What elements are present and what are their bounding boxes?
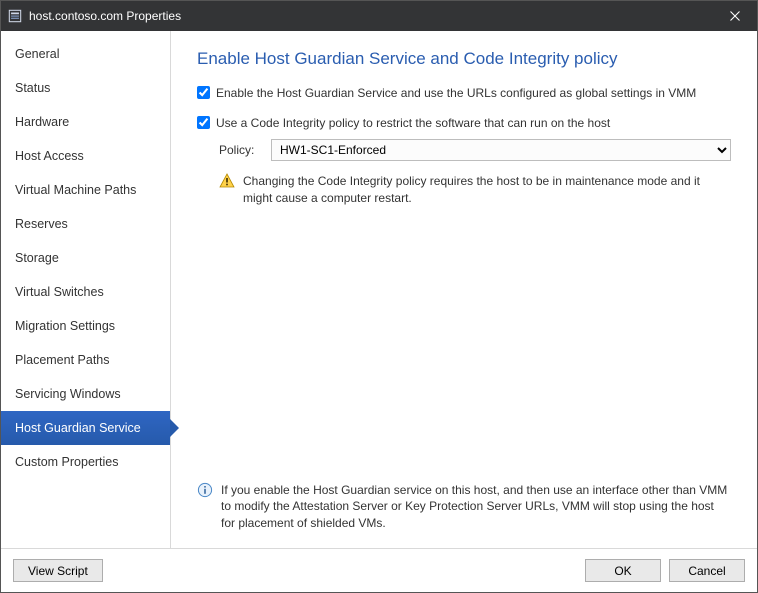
sidebar-item-host-access[interactable]: Host Access: [1, 139, 170, 173]
sidebar-item-label: Servicing Windows: [15, 387, 121, 401]
sidebar-item-reserves[interactable]: Reserves: [1, 207, 170, 241]
sidebar-item-label: Virtual Machine Paths: [15, 183, 136, 197]
sidebar-item-storage[interactable]: Storage: [1, 241, 170, 275]
titlebar: host.contoso.com Properties: [1, 1, 757, 31]
enable-hgs-row: Enable the Host Guardian Service and use…: [197, 85, 731, 101]
sidebar-item-virtual-switches[interactable]: Virtual Switches: [1, 275, 170, 309]
sidebar-item-label: Virtual Switches: [15, 285, 104, 299]
warning-icon: [219, 173, 235, 189]
policy-label: Policy:: [219, 143, 263, 157]
sidebar-item-label: Storage: [15, 251, 59, 265]
close-icon: [730, 11, 740, 21]
sidebar-item-custom-properties[interactable]: Custom Properties: [1, 445, 170, 479]
dialog-body: General Status Hardware Host Access Virt…: [1, 31, 757, 548]
sidebar-item-label: Hardware: [15, 115, 69, 129]
close-button[interactable]: [712, 1, 757, 31]
sidebar-item-virtual-machine-paths[interactable]: Virtual Machine Paths: [1, 173, 170, 207]
sidebar-nav: General Status Hardware Host Access Virt…: [1, 31, 171, 548]
content-pane: Enable Host Guardian Service and Code In…: [171, 31, 757, 548]
view-script-button[interactable]: View Script: [13, 559, 103, 582]
use-ci-label[interactable]: Use a Code Integrity policy to restrict …: [216, 115, 610, 131]
sidebar-item-servicing-windows[interactable]: Servicing Windows: [1, 377, 170, 411]
enable-hgs-checkbox[interactable]: [197, 86, 210, 99]
window-title: host.contoso.com Properties: [29, 9, 712, 23]
warning-text: Changing the Code Integrity policy requi…: [243, 173, 731, 207]
policy-row: Policy: HW1-SC1-Enforced: [219, 139, 731, 161]
sidebar-item-placement-paths[interactable]: Placement Paths: [1, 343, 170, 377]
sidebar-item-migration-settings[interactable]: Migration Settings: [1, 309, 170, 343]
use-ci-row: Use a Code Integrity policy to restrict …: [197, 115, 731, 131]
sidebar-item-label: General: [15, 47, 59, 61]
ok-button[interactable]: OK: [585, 559, 661, 582]
use-ci-checkbox[interactable]: [197, 116, 210, 129]
sidebar-item-label: Host Guardian Service: [15, 421, 141, 435]
sidebar-item-label: Reserves: [15, 217, 68, 231]
sidebar-item-label: Placement Paths: [15, 353, 110, 367]
properties-dialog: host.contoso.com Properties General Stat…: [0, 0, 758, 593]
sidebar-item-status[interactable]: Status: [1, 71, 170, 105]
sidebar-item-general[interactable]: General: [1, 37, 170, 71]
dialog-footer: View Script OK Cancel: [1, 548, 757, 592]
sidebar-item-label: Custom Properties: [15, 455, 119, 469]
sidebar-item-label: Migration Settings: [15, 319, 115, 333]
warning-row: Changing the Code Integrity policy requi…: [219, 173, 731, 207]
sidebar-item-host-guardian-service[interactable]: Host Guardian Service: [1, 411, 170, 445]
sidebar-item-label: Host Access: [15, 149, 84, 163]
info-row: If you enable the Host Guardian service …: [197, 482, 731, 538]
info-text: If you enable the Host Guardian service …: [221, 482, 731, 532]
policy-select[interactable]: HW1-SC1-Enforced: [271, 139, 731, 161]
enable-hgs-label[interactable]: Enable the Host Guardian Service and use…: [216, 85, 696, 101]
cancel-button[interactable]: Cancel: [669, 559, 745, 582]
sidebar-item-hardware[interactable]: Hardware: [1, 105, 170, 139]
window-icon: [7, 8, 23, 24]
info-icon: [197, 482, 213, 498]
page-heading: Enable Host Guardian Service and Code In…: [197, 49, 731, 69]
sidebar-item-label: Status: [15, 81, 50, 95]
